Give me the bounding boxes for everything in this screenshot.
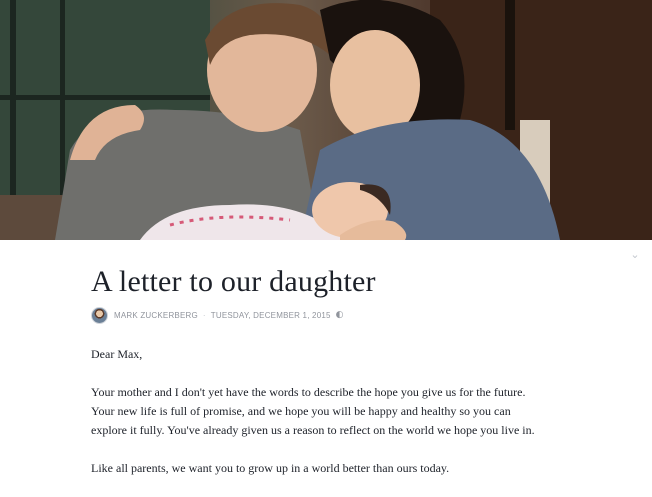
globe-icon[interactable]: ◐	[336, 310, 344, 320]
author-name[interactable]: MARK ZUCKERBERG	[114, 311, 198, 320]
paragraph: Like all parents, we want you to grow up…	[91, 461, 450, 475]
byline: MARK ZUCKERBERG · TUESDAY, DECEMBER 1, 2…	[91, 305, 344, 325]
byline-separator: ·	[202, 310, 206, 320]
article-title: A letter to our daughter	[91, 265, 376, 298]
publish-date[interactable]: TUESDAY, DECEMBER 1, 2015	[211, 311, 331, 320]
article-body: Dear Max, Your mother and I don't yet ha…	[91, 345, 561, 497]
paragraph: Your mother and I don't yet have the wor…	[91, 385, 535, 437]
cover-photo-illustration	[0, 0, 652, 240]
paragraph: Dear Max,	[91, 347, 143, 361]
author-avatar[interactable]	[91, 306, 108, 324]
cover-photo	[0, 0, 652, 240]
chevron-down-icon[interactable]: ⌄	[628, 248, 642, 262]
